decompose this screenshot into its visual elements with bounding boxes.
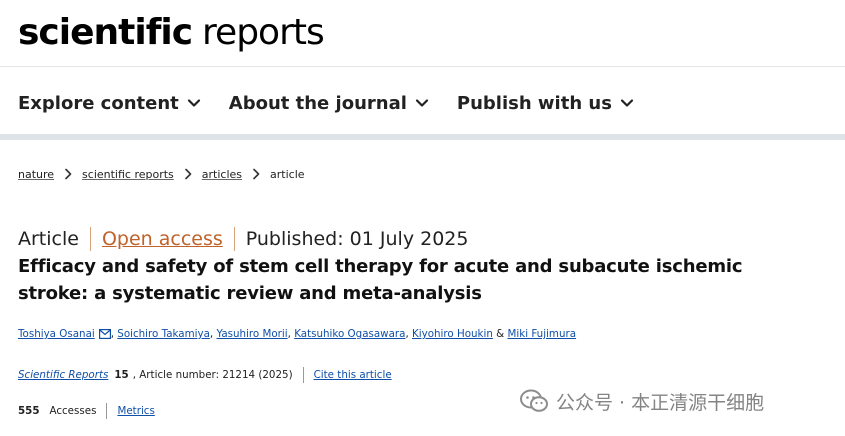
nav-publish-with-us-label: Publish with us xyxy=(456,92,612,114)
metrics-divider xyxy=(106,403,108,419)
nav-explore-content[interactable]: Explore content xyxy=(18,93,201,114)
article-meta: Article Open access Published: 01 July 2… xyxy=(18,226,468,252)
chevron-right-icon xyxy=(184,168,192,180)
breadcrumb-nature[interactable]: nature xyxy=(18,168,54,181)
logo-bold-text: scientific xyxy=(18,12,193,53)
meta-divider xyxy=(233,227,235,251)
nav-about-journal[interactable]: About the journal xyxy=(229,93,429,114)
watermark-text: 公众号 · 本正清源干细胞 xyxy=(556,391,765,414)
watermark: 公众号 · 本正清源干细胞 xyxy=(520,386,764,416)
header-divider xyxy=(0,66,845,67)
site-logo[interactable]: scientific reports xyxy=(18,8,325,58)
chevron-down-icon xyxy=(187,99,200,107)
main-nav: Explore content About the journal Publis… xyxy=(18,86,662,120)
nav-underline-bar xyxy=(0,134,845,140)
author-link[interactable]: Soichiro Takamiya xyxy=(117,328,210,340)
chevron-down-icon xyxy=(415,99,428,107)
open-access-link[interactable]: Open access xyxy=(102,228,223,250)
chevron-right-icon xyxy=(65,168,72,180)
mail-icon[interactable] xyxy=(98,329,111,339)
chevron-right-icon xyxy=(253,168,260,180)
article-type: Article xyxy=(18,228,79,250)
wechat-icon xyxy=(520,389,548,412)
accesses-count: 555 xyxy=(18,405,40,417)
author-link[interactable]: Kiyohiro Houkin xyxy=(412,328,493,340)
author-list: Toshiya Osanai , Soichiro Takamiya , Yas… xyxy=(18,325,576,343)
metrics-link[interactable]: Metrics xyxy=(117,405,154,417)
article-title: Efficacy and safety of stem cell therapy… xyxy=(18,256,743,304)
author-link[interactable]: Miki Fujimura xyxy=(507,328,576,340)
breadcrumb-articles[interactable]: articles xyxy=(202,168,242,181)
nav-publish-with-us[interactable]: Publish with us xyxy=(457,93,634,114)
citation-divider xyxy=(302,367,304,383)
citation-info: Scientific Reports 15 , Article number: … xyxy=(18,366,392,384)
access-metrics: 555 Accesses Metrics xyxy=(18,402,155,420)
meta-divider xyxy=(89,227,91,251)
accesses-label: Accesses xyxy=(49,405,97,417)
chevron-down-icon xyxy=(620,99,634,107)
nav-about-journal-label: About the journal xyxy=(228,92,407,114)
author-separator-last: & xyxy=(492,328,508,340)
journal-name-link[interactable]: Scientific Reports xyxy=(18,369,108,381)
nav-explore-content-label: Explore content xyxy=(18,92,179,114)
cite-this-article-link[interactable]: Cite this article xyxy=(314,369,392,381)
breadcrumb-scientific-reports[interactable]: scientific reports xyxy=(82,168,174,181)
published-date: Published: 01 July 2025 xyxy=(245,228,469,250)
author-link[interactable]: Katsuhiko Ogasawara xyxy=(294,328,405,340)
author-link[interactable]: Yasuhiro Morii xyxy=(216,328,287,340)
volume-number: 15 xyxy=(114,369,129,381)
article-number: , Article number: 21214 (2025) xyxy=(132,369,293,381)
breadcrumb: nature scientific reports articles artic… xyxy=(18,164,305,184)
logo-light-text: reports xyxy=(202,12,325,53)
breadcrumb-current: article xyxy=(270,167,305,181)
author-link[interactable]: Toshiya Osanai xyxy=(18,328,95,340)
